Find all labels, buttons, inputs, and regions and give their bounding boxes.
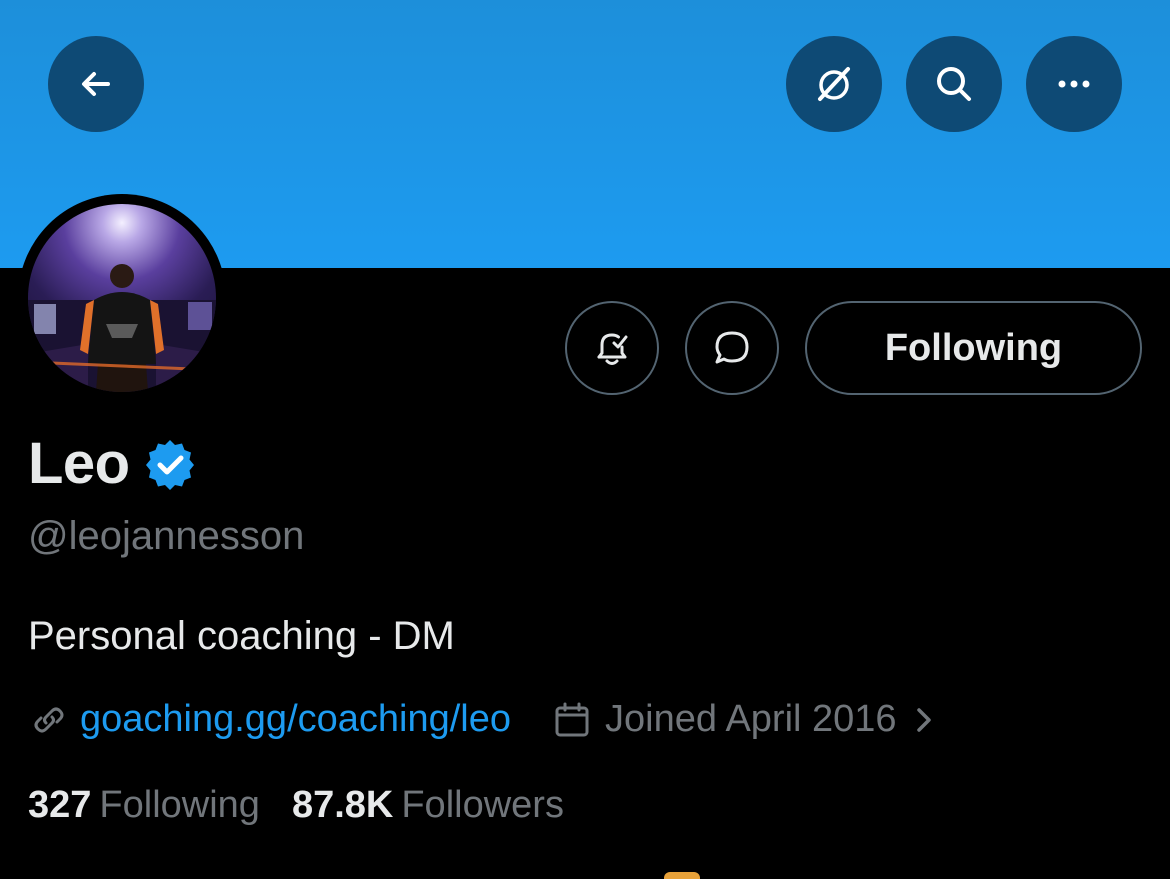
arrow-left-icon (82, 72, 110, 96)
notifications-button[interactable] (565, 301, 659, 395)
profile-meta-row: goaching.gg/coaching/leo Joined April 20… (28, 698, 941, 741)
message-button[interactable] (685, 301, 779, 395)
link-icon (34, 707, 64, 732)
avatar-photo-illustration (28, 264, 216, 392)
search-button[interactable] (906, 36, 1002, 132)
verified-badge-icon[interactable] (144, 439, 196, 491)
avatar[interactable] (18, 194, 226, 402)
following-stat[interactable]: 327 Following (28, 784, 260, 827)
followers-count: 87.8K (291, 784, 394, 826)
following-label: Following (99, 784, 260, 826)
grok-icon (818, 67, 850, 101)
more-horizontal-icon (1058, 80, 1090, 88)
search-icon (937, 67, 971, 101)
back-button[interactable] (48, 36, 144, 132)
more-button[interactable] (1026, 36, 1122, 132)
emoji-peek-decoration (664, 872, 700, 879)
chevron-right-icon (916, 707, 931, 732)
bio: Personal coaching - DM (28, 614, 455, 658)
follow-stats: 327 Following 87.8K Followers (28, 784, 564, 827)
joined-text: Joined April 2016 (605, 698, 897, 740)
following-count: 327 (28, 784, 92, 826)
name-row: Leo (28, 430, 196, 497)
following-button-label: Following (884, 326, 1063, 369)
followers-label: Followers (401, 784, 564, 826)
grok-button[interactable] (786, 36, 882, 132)
profile-link[interactable]: goaching.gg/coaching/leo (80, 698, 511, 741)
avatar-image (28, 204, 216, 392)
following-button[interactable]: Following (805, 301, 1142, 395)
followers-stat[interactable]: 87.8K Followers (292, 784, 564, 827)
bell-check-icon (597, 333, 628, 365)
joined-date[interactable]: Joined April 2016 (551, 698, 941, 741)
display-name: Leo (28, 431, 130, 496)
message-bubble-icon (715, 331, 749, 364)
calendar-icon (555, 702, 589, 736)
handle: @leojannesson (28, 514, 305, 558)
